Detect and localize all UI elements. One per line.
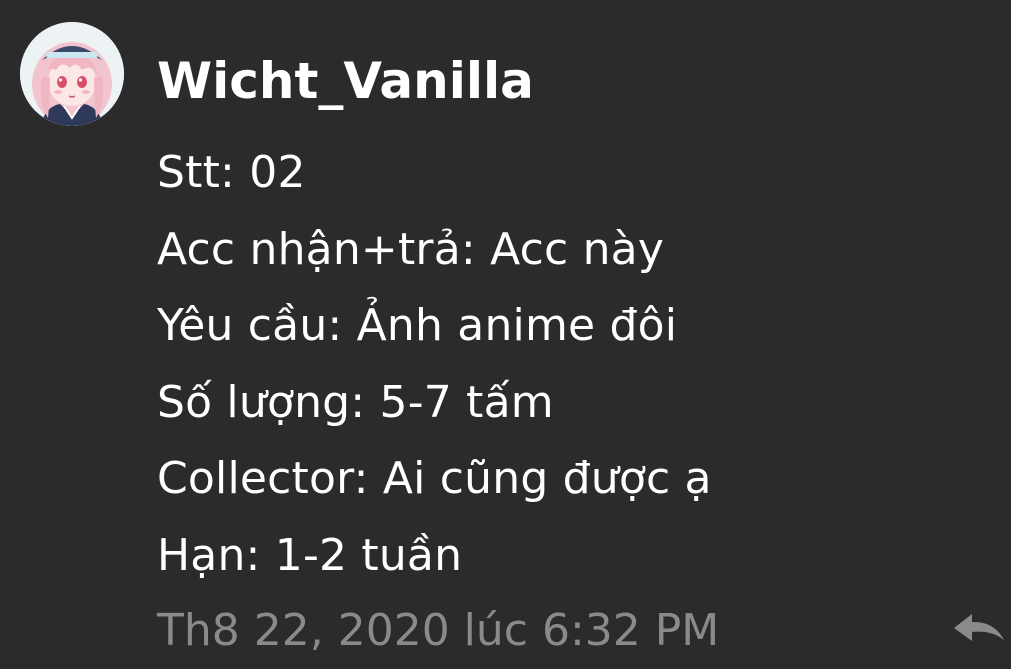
message-line-deadline: Hạn: 1-2 tuần bbox=[157, 529, 463, 581]
reply-button[interactable] bbox=[950, 610, 1008, 650]
message-line-request: Yêu cầu: Ảnh anime đôi bbox=[157, 300, 678, 351]
reply-arrow-icon bbox=[954, 614, 1004, 641]
chat-message: Wicht_Vanilla Stt: 02 Acc nhận+trả: Acc … bbox=[0, 0, 1011, 667]
message-line-quantity: Số lượng: 5-7 tấm bbox=[157, 376, 554, 428]
user-avatar[interactable] bbox=[20, 22, 124, 126]
message-line-account: Acc nhận+trả: Acc này bbox=[157, 223, 665, 275]
message-line-stt: Stt: 02 bbox=[157, 147, 306, 198]
anime-girl-avatar-icon bbox=[20, 22, 124, 126]
username[interactable]: Wicht_Vanilla bbox=[157, 42, 534, 120]
message-timestamp: Th8 22, 2020 lúc 6:32 PM bbox=[157, 605, 720, 656]
message-body: Stt: 02 Acc nhận+trả: Acc này Yêu cầu: Ả… bbox=[157, 135, 712, 594]
message-line-collector: Collector: Ai cũng được ạ bbox=[157, 453, 712, 504]
